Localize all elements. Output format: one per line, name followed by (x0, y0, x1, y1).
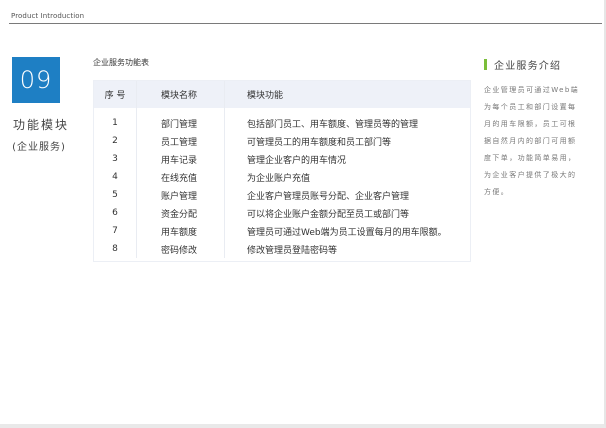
table-row: 5 账户管理 企业客户管理员账号分配、企业客户管理 (94, 186, 470, 204)
table-row: 6 资金分配 可以将企业账户金额分配至员工或部门等 (94, 204, 470, 222)
table-caption: 企业服务功能表 (93, 58, 149, 67)
column-header-function: 模块功能 (247, 91, 284, 101)
table-row: 3 用车记录 管理企业客户的用车情况 (94, 150, 470, 168)
accent-bar (484, 59, 487, 70)
row-number: 5 (94, 186, 137, 204)
table-row: 7 用车额度 管理员可通过Web端为员工设置每月的用车限额。 (94, 222, 470, 240)
sidebar-heading: 企业服务介绍 (484, 57, 561, 72)
column-header-no: 序 号 (94, 81, 137, 108)
table-row: 2 员工管理 可管理员工的用车额度和员工部门等 (94, 132, 470, 150)
row-number: 2 (94, 132, 137, 150)
module-function: 为企业账户充值 (247, 173, 311, 184)
module-function: 可管理员工的用车额度和员工部门等 (247, 137, 392, 148)
section-subtitle: (企业服务) (12, 142, 66, 153)
module-name: 用车记录 (136, 150, 225, 168)
function-table: 序 号 模块名称 模块功能 1 部门管理 包括部门员工、用车额度、管理员等的管理… (93, 80, 471, 262)
module-name: 用车额度 (136, 222, 225, 240)
row-number: 3 (94, 150, 137, 168)
module-name: 账户管理 (136, 186, 225, 204)
header-divider (9, 23, 602, 24)
row-number: 4 (94, 168, 137, 186)
sidebar-title: 企业服务介绍 (494, 61, 562, 72)
table-row: 8 密码修改 修改管理员登陆密码等 (94, 240, 470, 258)
module-name: 在线充值 (136, 168, 225, 186)
module-name: 密码修改 (136, 240, 225, 258)
table-row: 1 部门管理 包括部门员工、用车额度、管理员等的管理 (94, 108, 470, 132)
module-function: 企业客户管理员账号分配、企业客户管理 (247, 191, 410, 202)
column-header-name: 模块名称 (136, 81, 225, 108)
table-row: 4 在线充值 为企业账户充值 (94, 168, 470, 186)
row-number: 6 (94, 204, 137, 222)
table-header-row: 序 号 模块名称 模块功能 (94, 81, 470, 108)
section-number-badge: 09 (12, 57, 60, 103)
module-function: 管理企业客户的用车情况 (247, 155, 347, 166)
row-number: 7 (94, 222, 137, 240)
row-number: 8 (94, 240, 137, 258)
module-name: 员工管理 (136, 132, 225, 150)
module-name: 资金分配 (136, 204, 225, 222)
module-function: 包括部门员工、用车额度、管理员等的管理 (247, 119, 419, 130)
module-name: 部门管理 (136, 108, 225, 132)
header-label: Product Introduction (11, 12, 85, 20)
module-function: 可以将企业账户金额分配至员工或部门等 (247, 209, 410, 220)
module-function: 修改管理员登陆密码等 (247, 245, 338, 256)
sidebar-description: 企业管理员可通过Web端为每个员工和部门设置每月的用车限额，员工可根据自然月内的… (484, 86, 580, 196)
section-title: 功能模块 (12, 118, 69, 132)
row-number: 1 (94, 108, 137, 132)
module-function: 管理员可通过Web端为员工设置每月的用车限额。 (247, 227, 447, 238)
